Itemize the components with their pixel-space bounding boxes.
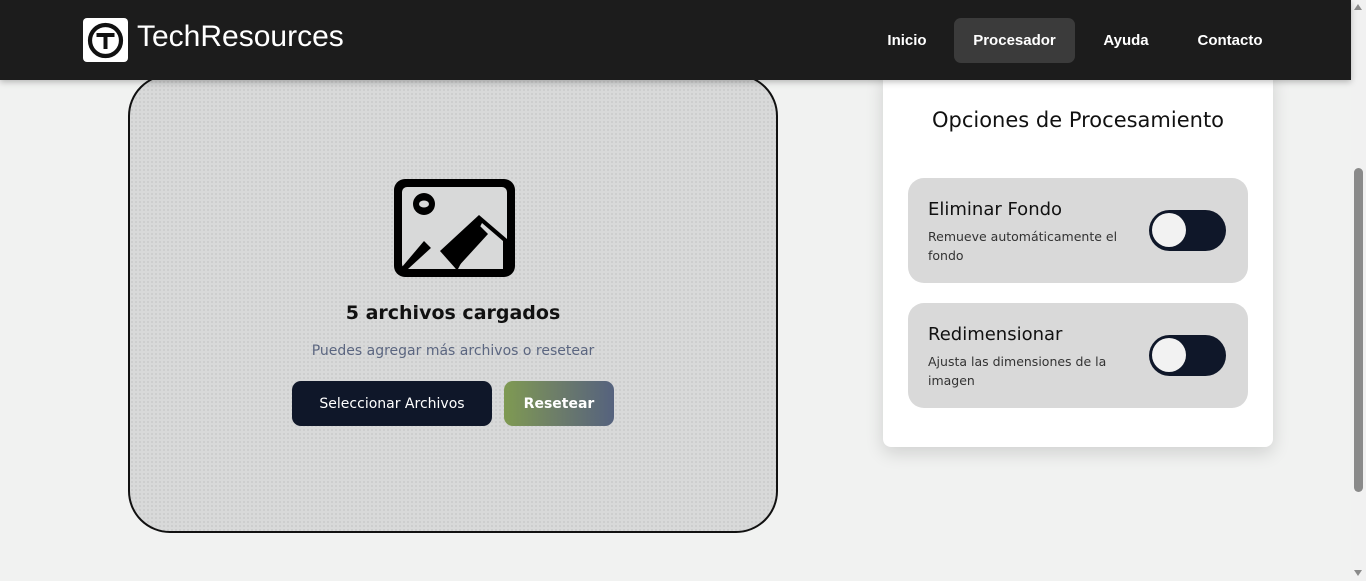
option-description: Ajusta las dimensiones de la imagen	[928, 354, 1107, 388]
option-description: Remueve automáticamente el fondo	[928, 229, 1118, 263]
brand-name[interactable]: TechResources	[137, 20, 344, 54]
processing-options-panel: Opciones de Procesamiento Eliminar Fondo…	[883, 72, 1273, 447]
logo-icon[interactable]	[83, 18, 128, 62]
scroll-down-icon[interactable]	[1354, 570, 1362, 576]
resize-toggle[interactable]	[1149, 335, 1226, 376]
nav-procesador[interactable]: Procesador	[954, 18, 1075, 63]
option-remove-background: Eliminar Fondo Remueve automáticamente e…	[908, 178, 1248, 283]
toggle-knob	[1152, 213, 1186, 247]
scroll-up-icon[interactable]	[1354, 4, 1362, 10]
option-label: Redimensionar	[928, 324, 1063, 345]
image-icon	[394, 179, 515, 277]
options-title: Opciones de Procesamiento	[931, 108, 1225, 132]
nav-contacto[interactable]: Contacto	[1186, 18, 1274, 63]
upload-dropzone[interactable]: 5 archivos cargados Puedes agregar más a…	[128, 74, 778, 533]
remove-background-toggle[interactable]	[1149, 210, 1226, 251]
toggle-knob	[1152, 338, 1186, 372]
option-resize: Redimensionar Ajusta las dimensiones de …	[908, 303, 1248, 408]
upload-status-title: 5 archivos cargados	[345, 302, 561, 324]
page-scrollbar[interactable]	[1351, 0, 1366, 581]
top-navbar: TechResources Inicio Procesador Ayuda Co…	[0, 0, 1351, 80]
scroll-thumb[interactable]	[1354, 168, 1363, 492]
nav-ayuda[interactable]: Ayuda	[1093, 18, 1159, 63]
select-files-button[interactable]: Seleccionar Archivos	[292, 381, 492, 426]
nav-inicio[interactable]: Inicio	[876, 18, 938, 63]
reset-button[interactable]: Resetear	[504, 381, 614, 426]
upload-status-subtitle: Puedes agregar más archivos o resetear	[311, 343, 595, 359]
option-label: Eliminar Fondo	[928, 199, 1063, 220]
